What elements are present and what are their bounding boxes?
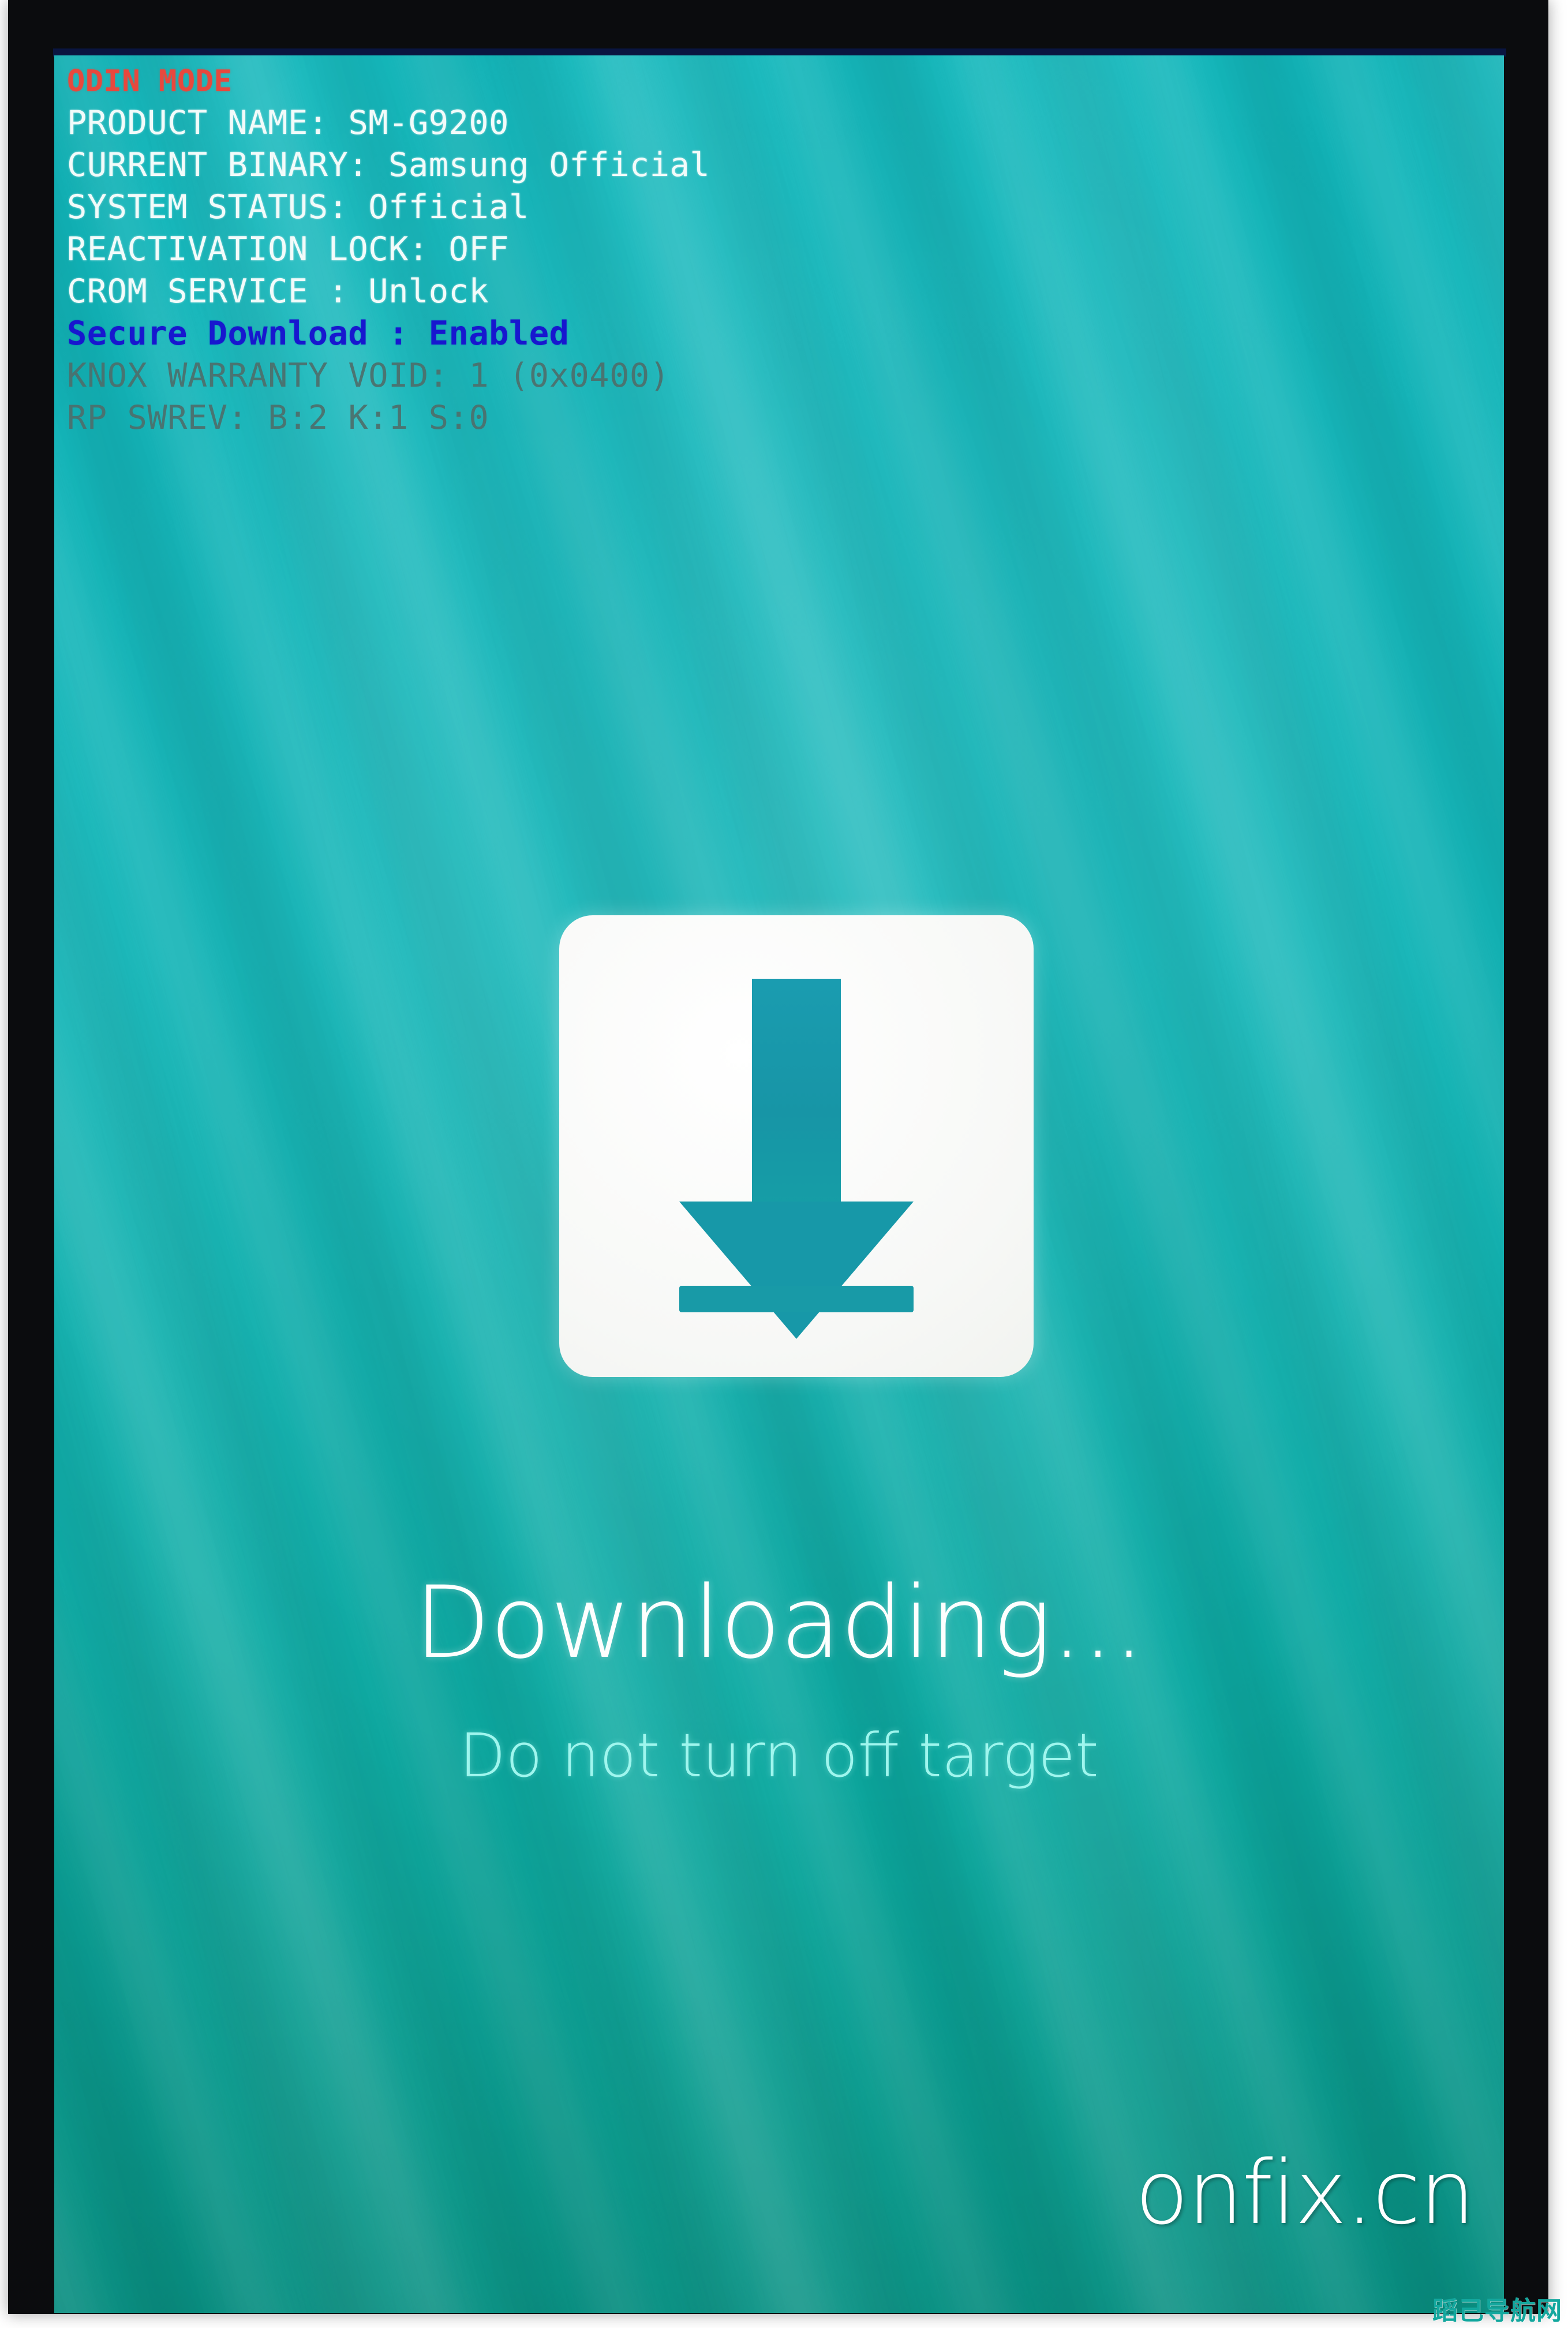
watermark-cn-text: 蹈己导航网 (1432, 2296, 1562, 2326)
info-value-product-name: SM-G9200 (348, 104, 509, 142)
info-space (328, 107, 349, 140)
download-arrow-head (679, 1202, 914, 1339)
info-value-secure-download: Enabled (428, 315, 570, 353)
status-subtitle: Do not turn off target (459, 1720, 1099, 1791)
info-space (449, 360, 469, 392)
info-space (368, 149, 388, 182)
info-key-crom-service: CROM SERVICE : (67, 272, 349, 310)
info-space (429, 233, 449, 266)
phone-screen: ODIN MODE PRODUCT NAME: SM-G9200 CURRENT… (54, 55, 1504, 2313)
status-headline: Downloading... (414, 1565, 1145, 1680)
download-arrow-shaft (752, 979, 841, 1223)
info-value-current-binary: Samsung Official (388, 146, 710, 184)
info-value-crom-service: Unlock (368, 272, 489, 310)
info-value-reactivation-lock: OFF (448, 230, 509, 268)
info-line-reactivation-lock: REACTIVATION LOCK: OFF (67, 229, 1394, 271)
download-icon (559, 915, 1034, 1377)
info-key-knox-warranty-void: KNOX WARRANTY VOID: (67, 357, 449, 395)
download-baseline-bar (679, 1286, 914, 1312)
info-value-knox-warranty-void: 1 (0x0400) (469, 357, 670, 395)
info-line-rp-swrev: RP SWREV: B:2 K:1 S:0 (67, 397, 1394, 439)
phone-bezel: ODIN MODE PRODUCT NAME: SM-G9200 CURRENT… (8, 0, 1548, 2314)
info-key-system-status: SYSTEM STATUS: (67, 188, 349, 226)
info-line-knox-warranty-void: KNOX WARRANTY VOID: 1 (0x0400) (67, 355, 1394, 397)
info-value-system-status: Official (368, 188, 529, 226)
watermark-site: onfix.cn (1135, 2142, 1475, 2244)
info-space (348, 191, 368, 224)
odin-info-block: ODIN MODE PRODUCT NAME: SM-G9200 CURRENT… (67, 60, 1394, 439)
info-line-product-name: PRODUCT NAME: SM-G9200 (67, 102, 1394, 144)
info-space (248, 402, 268, 435)
odin-mode-title: ODIN MODE (67, 63, 233, 99)
info-key-reactivation-lock: REACTIVATION LOCK: (67, 230, 429, 268)
info-line-secure-download: Secure Download : Enabled (67, 313, 1394, 355)
info-value-rp-swrev: B:2 K:1 S:0 (268, 399, 489, 437)
info-line-crom-service: CROM SERVICE : Unlock (67, 271, 1394, 313)
info-space (348, 275, 368, 308)
info-space (409, 317, 429, 350)
info-key-rp-swrev: RP SWREV: (67, 399, 248, 437)
info-key-current-binary: CURRENT BINARY: (67, 146, 369, 184)
info-key-secure-download: Secure Download : (67, 315, 409, 353)
info-key-product-name: PRODUCT NAME: (67, 104, 328, 142)
info-line-system-status: SYSTEM STATUS: Official (67, 186, 1394, 229)
odin-download-mode-screenshot: ODIN MODE PRODUCT NAME: SM-G9200 CURRENT… (0, 0, 1568, 2328)
info-line-current-binary: CURRENT BINARY: Samsung Official (67, 144, 1394, 186)
